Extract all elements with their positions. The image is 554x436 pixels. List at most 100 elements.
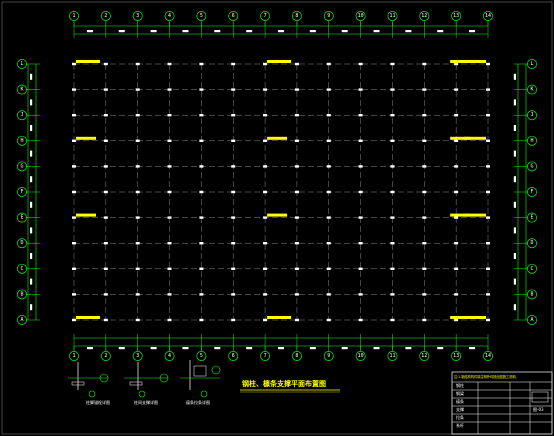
steel-column-A3 — [135, 318, 140, 322]
steel-column-C14 — [486, 267, 490, 270]
title-cell-3: 檩条 — [456, 398, 464, 404]
steel-column-D8 — [294, 242, 299, 245]
steel-column-L11 — [390, 62, 395, 66]
axis-label-top-9: 9 — [327, 13, 330, 19]
steel-column-L7 — [263, 62, 268, 66]
axis-label-left-C: C — [20, 266, 23, 272]
title-cell-6: 系杆 — [456, 422, 464, 428]
dim-text-left-G — [30, 176, 33, 183]
steel-column-A8 — [294, 318, 299, 322]
title-cell-4: 支撑 — [456, 406, 464, 412]
dim-text-bottom-13 — [469, 347, 476, 350]
steel-column-G13 — [454, 165, 459, 168]
dim-text-top-11 — [405, 30, 412, 33]
steel-column-F8 — [294, 190, 299, 194]
axis-label-left-F: F — [20, 189, 23, 195]
axis-label-top-3: 3 — [136, 13, 139, 19]
axis-label-top-6: 6 — [232, 13, 235, 19]
steel-column-C1 — [72, 267, 76, 270]
steel-column-D14 — [486, 242, 490, 245]
steel-column-L6 — [231, 62, 236, 66]
axis-label-left-J: J — [20, 112, 23, 118]
steel-column-C10 — [358, 267, 363, 270]
detail-1-label: 柱脚锚栓详图 — [86, 399, 110, 405]
dim-text-bottom-4 — [182, 347, 189, 350]
axis-label-top-14: 14 — [485, 13, 491, 19]
axis-label-top-12: 12 — [421, 13, 427, 19]
steel-column-B4 — [167, 293, 172, 296]
steel-column-D13 — [454, 242, 459, 245]
steel-column-L13 — [454, 62, 459, 66]
steel-column-B7 — [263, 293, 268, 296]
steel-column-A13 — [454, 318, 459, 322]
steel-column-B10 — [358, 293, 363, 296]
axis-label-bottom-6: 6 — [232, 353, 235, 359]
steel-column-J11 — [390, 114, 395, 117]
steel-column-E12 — [422, 216, 427, 219]
steel-column-L2 — [103, 62, 108, 66]
steel-column-K13 — [454, 88, 459, 91]
steel-column-L9 — [326, 62, 331, 66]
axis-label-top-4: 4 — [168, 13, 171, 19]
axis-label-bottom-14: 14 — [485, 353, 491, 359]
dim-text-bottom-6 — [246, 347, 253, 350]
steel-column-E7 — [263, 216, 268, 219]
steel-column-K2 — [103, 88, 108, 91]
steel-column-H2 — [103, 139, 108, 142]
steel-column-L5 — [199, 62, 204, 66]
steel-column-C6 — [231, 267, 236, 270]
steel-column-C7 — [263, 267, 268, 270]
steel-column-G7 — [263, 165, 268, 168]
steel-column-J12 — [422, 114, 427, 117]
dim-text-top-5 — [214, 30, 221, 33]
steel-column-H12 — [422, 139, 427, 142]
axis-label-right-L: L — [530, 61, 533, 67]
axis-label-bottom-8: 8 — [295, 353, 298, 359]
axis-label-bottom-5: 5 — [200, 353, 203, 359]
steel-column-H7 — [263, 139, 268, 142]
axis-label-bottom-1: 1 — [72, 353, 75, 359]
steel-column-C4 — [167, 267, 172, 270]
dim-text-bottom-1 — [86, 347, 93, 350]
axis-label-right-G: G — [530, 163, 533, 169]
axis-label-top-13: 13 — [453, 13, 459, 19]
cad-drawing-canvas[interactable]: 11223344556677889910101111121213131414L L… — [0, 0, 554, 436]
axis-label-bottom-4: 4 — [168, 353, 171, 359]
dim-text-left-C — [30, 278, 33, 285]
steel-column-F10 — [358, 190, 363, 194]
steel-column-E6 — [231, 216, 236, 219]
steel-column-E11 — [390, 216, 395, 219]
steel-column-B2 — [103, 293, 108, 296]
steel-column-A2 — [103, 318, 108, 322]
steel-column-H8 — [294, 139, 299, 142]
steel-column-K6 — [231, 88, 236, 91]
steel-column-A14 — [486, 318, 490, 322]
axis-label-left-E: E — [20, 215, 23, 221]
steel-column-C3 — [135, 267, 140, 270]
steel-column-L3 — [135, 62, 140, 66]
steel-column-D6 — [231, 242, 236, 245]
steel-column-A10 — [358, 318, 363, 322]
steel-column-F7 — [263, 190, 268, 194]
axis-label-right-F: F — [530, 189, 533, 195]
steel-column-J10 — [358, 114, 363, 117]
dim-text-bottom-11 — [405, 347, 412, 350]
dim-text-top-4 — [182, 30, 189, 33]
dim-text-right-L — [513, 73, 516, 80]
dim-text-left-H — [30, 150, 33, 157]
steel-column-H14 — [486, 139, 490, 142]
steel-column-J3 — [135, 114, 140, 117]
bracing-tag-E1 — [76, 213, 96, 217]
dim-text-right-K — [513, 99, 516, 106]
steel-column-B14 — [486, 293, 490, 296]
steel-column-H9 — [326, 139, 331, 142]
steel-column-B3 — [135, 293, 140, 296]
steel-column-B12 — [422, 293, 427, 296]
steel-column-F12 — [422, 190, 427, 194]
axis-label-right-D: D — [530, 240, 533, 246]
steel-column-L4 — [167, 62, 172, 66]
axis-label-bottom-10: 10 — [358, 353, 364, 359]
detail-2-label: 柱间支撑详图 — [134, 399, 158, 405]
dim-text-right-E — [513, 227, 516, 234]
steel-column-K4 — [167, 88, 172, 91]
